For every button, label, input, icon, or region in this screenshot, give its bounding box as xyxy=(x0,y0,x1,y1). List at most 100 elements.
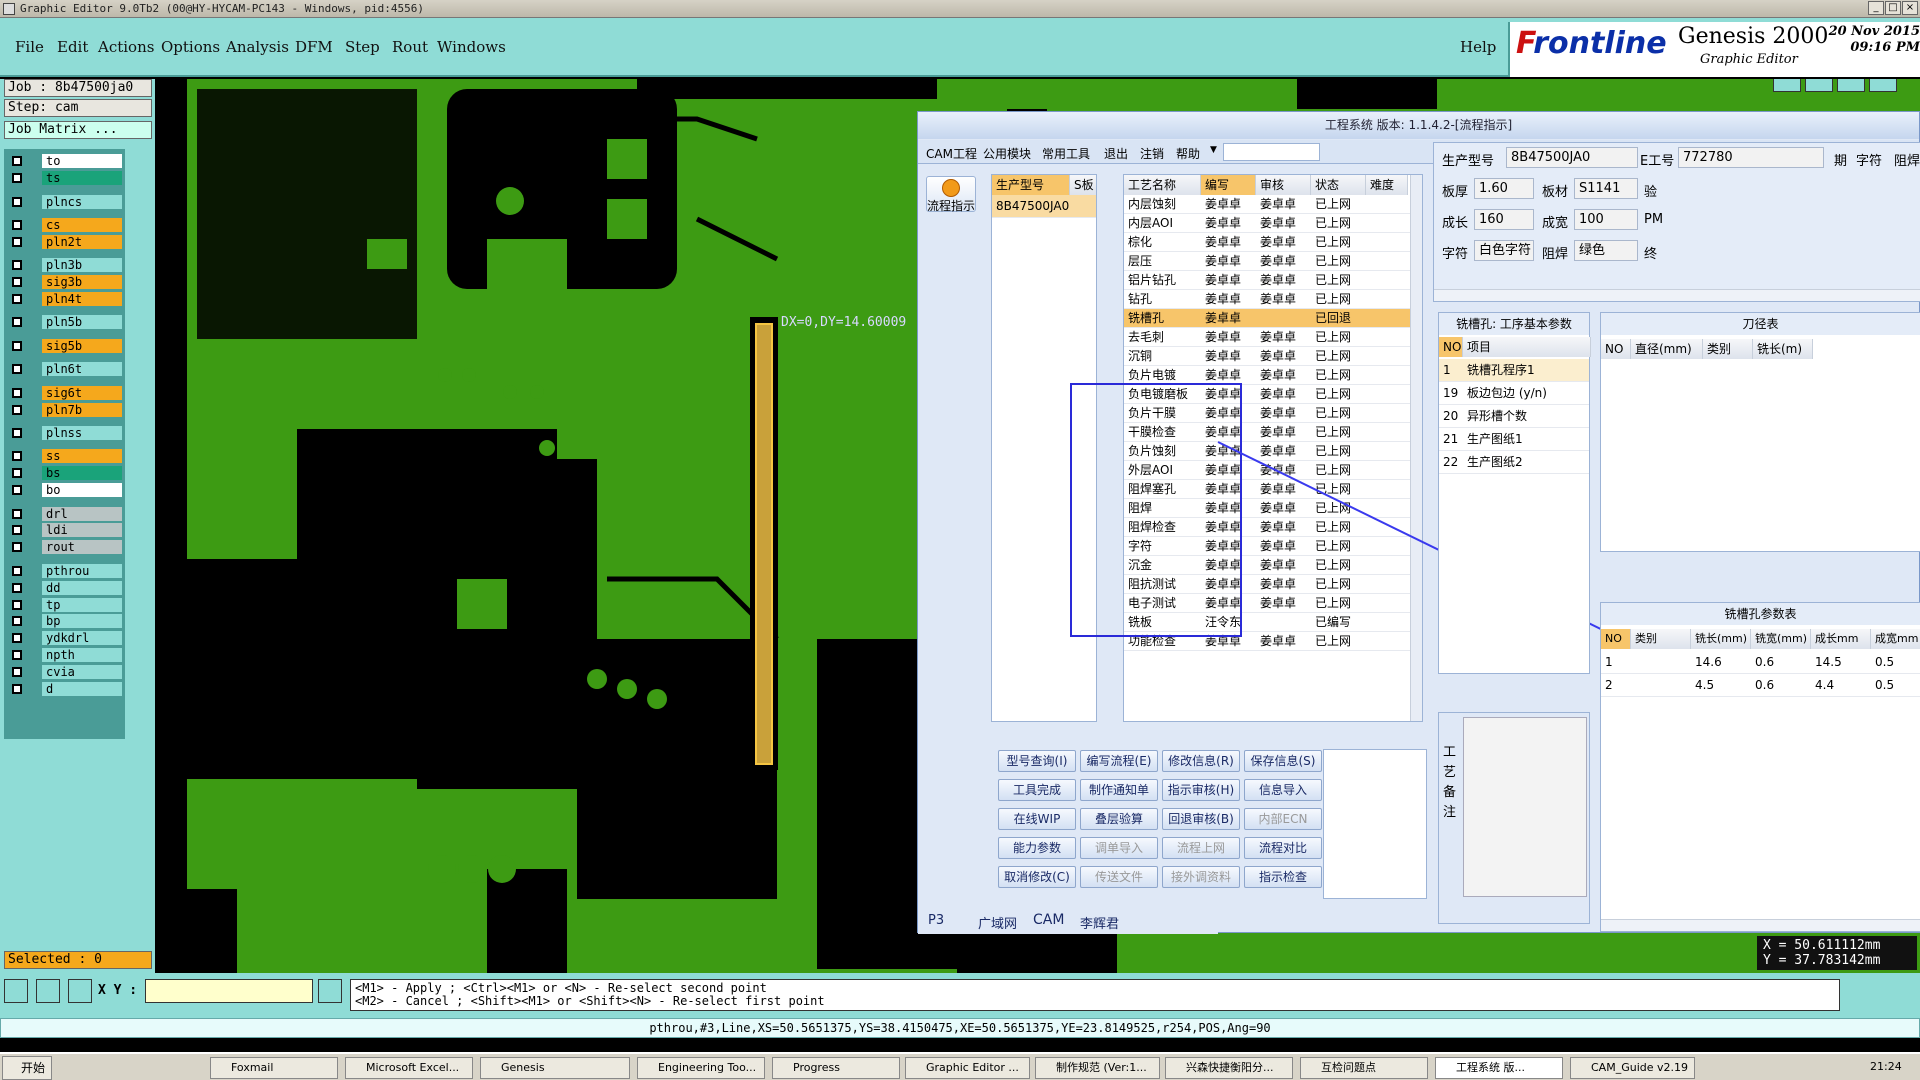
thickness-field[interactable]: 1.60 xyxy=(1474,178,1534,199)
layer-name[interactable]: cvia xyxy=(42,665,122,680)
param-row[interactable]: 22 生产图纸2 xyxy=(1439,451,1589,474)
layer-checkbox[interactable] xyxy=(12,468,22,479)
action-button[interactable]: 制作通知单 xyxy=(1080,779,1158,801)
layer-name[interactable]: pln5b xyxy=(42,315,122,330)
layer-checkbox[interactable] xyxy=(12,650,22,661)
layer-row[interactable]: pln4t xyxy=(6,292,125,306)
material-field[interactable]: S1141 xyxy=(1574,178,1638,199)
note-box[interactable] xyxy=(1323,749,1427,899)
layer-row[interactable]: ss xyxy=(6,449,125,464)
layer-checkbox[interactable] xyxy=(12,219,22,230)
slot-row[interactable]: 1 14.6 0.6 14.5 0.5 xyxy=(1601,651,1920,674)
menu-dfm[interactable]: DFM xyxy=(295,38,333,56)
taskbar-item[interactable]: Engineering Too... xyxy=(637,1057,765,1079)
layer-row[interactable]: ldi xyxy=(6,523,125,538)
action-button[interactable]: 流程上网 xyxy=(1162,837,1240,859)
layer-name[interactable]: tp xyxy=(42,597,122,612)
layer-row[interactable]: sig6t xyxy=(6,385,125,400)
snap-icon[interactable] xyxy=(4,979,28,1003)
layer-name[interactable]: sig3b xyxy=(42,275,122,290)
eng-number-field[interactable]: 772780 xyxy=(1678,147,1824,168)
action-button[interactable]: 内部ECN xyxy=(1244,808,1322,830)
layer-checkbox[interactable] xyxy=(12,542,22,553)
info-scrollbar[interactable] xyxy=(1434,289,1920,301)
layer-name[interactable]: ldi xyxy=(42,523,122,538)
grid-icon[interactable] xyxy=(1869,79,1897,92)
action-button[interactable]: 工具完成 xyxy=(998,779,1076,801)
layer-name[interactable]: to xyxy=(42,154,122,169)
layer-row[interactable]: sig5b xyxy=(6,338,125,353)
xy-input[interactable] xyxy=(145,979,313,1003)
tool-icon-2[interactable] xyxy=(1805,79,1833,92)
layer-row[interactable]: ts xyxy=(6,171,125,186)
taskbar-item[interactable]: CAM_Guide v2.19 xyxy=(1570,1057,1695,1079)
close-button[interactable]: × xyxy=(1902,1,1918,15)
layer-name[interactable]: d xyxy=(42,682,122,696)
layer-checkbox[interactable] xyxy=(12,451,22,462)
taskbar-item[interactable]: Progress xyxy=(772,1057,900,1079)
minimize-button[interactable]: _ xyxy=(1868,1,1884,15)
layer-name[interactable]: bs xyxy=(42,466,122,481)
action-button[interactable]: 叠层验算 xyxy=(1080,808,1158,830)
layer-name[interactable]: sig5b xyxy=(42,338,122,353)
slot-row[interactable]: 2 4.5 0.6 4.4 0.5 xyxy=(1601,674,1920,697)
layer-name[interactable]: dd xyxy=(42,580,122,595)
layer-name[interactable]: ss xyxy=(42,449,122,464)
taskbar-item[interactable]: 制作规范 (Ver:1... xyxy=(1035,1057,1160,1079)
layer-checkbox[interactable] xyxy=(12,427,22,438)
layer-name[interactable]: rout xyxy=(42,540,122,555)
layer-row[interactable]: npth xyxy=(6,648,125,663)
layer-name[interactable]: npth xyxy=(42,648,122,663)
menu-step[interactable]: Step xyxy=(345,38,380,56)
layer-checkbox[interactable] xyxy=(12,599,22,610)
taskbar-item[interactable]: Microsoft Excel... xyxy=(345,1057,473,1079)
layer-checkbox[interactable] xyxy=(12,485,22,496)
taskbar-item[interactable]: Foxmail xyxy=(210,1057,338,1079)
layer-checkbox[interactable] xyxy=(12,236,22,247)
layer-row[interactable]: bs xyxy=(6,466,125,481)
tab-cam[interactable]: CAM xyxy=(1033,912,1064,928)
layer-checkbox[interactable] xyxy=(12,387,22,398)
menu-file[interactable]: File xyxy=(15,38,44,56)
tool-icon-1[interactable] xyxy=(1773,79,1801,92)
menu-windows[interactable]: Windows xyxy=(437,38,506,56)
layer-row[interactable]: plncs xyxy=(6,194,125,209)
layer-name[interactable]: plncs xyxy=(42,194,122,209)
layer-row[interactable]: cvia xyxy=(6,665,125,680)
action-button[interactable]: 保存信息(S) xyxy=(1244,750,1322,772)
action-button[interactable]: 取消修改(C) xyxy=(998,866,1076,888)
layer-name[interactable]: bo xyxy=(42,483,122,498)
layer-row[interactable]: cs xyxy=(6,217,125,232)
layer-name[interactable]: pln3b xyxy=(42,258,122,273)
layer-checkbox[interactable] xyxy=(12,667,22,678)
param-row[interactable]: 1 铣槽孔程序1 xyxy=(1439,359,1589,382)
layer-checkbox[interactable] xyxy=(12,684,22,694)
slot-scrollbar[interactable] xyxy=(1601,919,1920,931)
action-button[interactable]: 调单导入 xyxy=(1080,837,1158,859)
home-icon[interactable] xyxy=(1837,79,1865,92)
taskbar-item[interactable]: Graphic Editor ... xyxy=(905,1057,1030,1079)
taskbar-item[interactable]: 互检问题点 xyxy=(1300,1057,1428,1079)
layer-name[interactable]: plnss xyxy=(42,425,122,440)
action-button[interactable]: 流程对比 xyxy=(1244,837,1322,859)
menu-options[interactable]: Options xyxy=(161,38,220,56)
layer-row[interactable]: tp xyxy=(6,597,125,612)
layer-name[interactable]: cs xyxy=(42,217,122,232)
layer-checkbox[interactable] xyxy=(12,565,22,576)
layer-row[interactable]: d xyxy=(6,682,125,696)
layer-checkbox[interactable] xyxy=(12,156,22,167)
menu-help[interactable]: Help xyxy=(1460,38,1496,56)
layer-name[interactable]: pthrou xyxy=(42,563,122,578)
param-row[interactable]: 19 板边包边 (y/n) xyxy=(1439,382,1589,405)
tab-p3[interactable]: P3 xyxy=(928,913,944,928)
layer-name[interactable]: pln6t xyxy=(42,362,122,377)
maximize-button[interactable]: □ xyxy=(1885,1,1901,15)
length-field[interactable]: 160 xyxy=(1474,209,1534,230)
layer-row[interactable]: pln3b xyxy=(6,258,125,273)
tab-user[interactable]: 李辉君 xyxy=(1080,913,1119,932)
remark-input[interactable] xyxy=(1463,717,1587,897)
width-field[interactable]: 100 xyxy=(1574,209,1638,230)
layer-checkbox[interactable] xyxy=(12,633,22,644)
action-button[interactable]: 接外调资料 xyxy=(1162,866,1240,888)
measure-icon[interactable] xyxy=(36,979,60,1003)
